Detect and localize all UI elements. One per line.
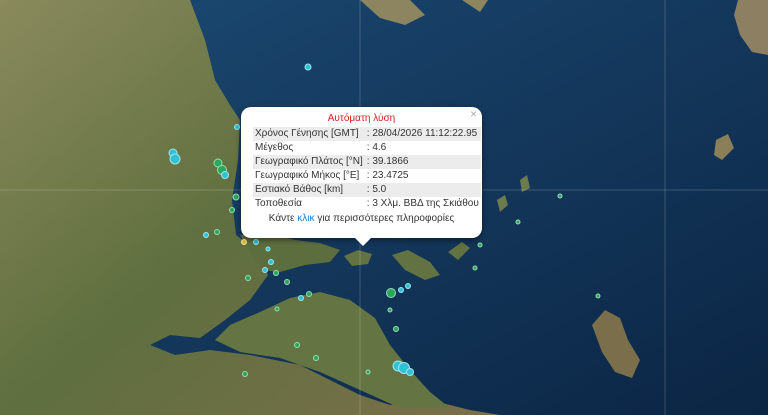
row-value: : 23.4725 (366, 170, 409, 181)
table-row: Χρόνος Γένησης [GMT] : 28/04/2026 11:12:… (253, 127, 481, 141)
quake-marker[interactable] (595, 293, 601, 299)
table-row: Μέγεθος : 4.6 (253, 141, 481, 155)
quake-marker[interactable] (405, 283, 411, 289)
quake-marker[interactable] (477, 242, 483, 248)
row-label: Γεωγραφικό Πλάτος [°N] (253, 155, 365, 169)
quake-marker[interactable] (386, 288, 396, 298)
table-row: Εστιακό Βάθος [km] : 5.0 (253, 183, 481, 197)
row-label: Γεωγραφικό Μήκος [°E] (255, 170, 360, 181)
quake-marker[interactable] (298, 295, 304, 301)
row-label: Τοποθεσία (255, 198, 302, 209)
quake-marker[interactable] (406, 368, 414, 376)
quake-marker[interactable] (557, 193, 563, 199)
quake-marker[interactable] (398, 287, 404, 293)
row-label: Εστιακό Βάθος [km] (253, 183, 365, 197)
quake-marker[interactable] (515, 219, 521, 225)
quake-marker[interactable] (313, 355, 319, 361)
row-value: : 3 Χλμ. ΒΒΔ της Σκιάθου (366, 198, 479, 209)
quake-marker[interactable] (306, 291, 312, 297)
earthquake-details-table: Χρόνος Γένησης [GMT] : 28/04/2026 11:12:… (253, 127, 481, 211)
close-icon[interactable]: × (470, 108, 477, 120)
quake-marker[interactable] (169, 153, 181, 165)
row-value: : 28/04/2026 11:12:22.95 (364, 127, 481, 141)
quake-marker[interactable] (304, 63, 312, 71)
quake-marker[interactable] (245, 275, 251, 281)
row-value: : 5.0 (364, 183, 481, 197)
quake-marker[interactable] (387, 307, 393, 313)
quake-marker[interactable] (253, 239, 259, 245)
quake-marker[interactable] (221, 171, 229, 179)
more-info-line: Κάντε κλικ για περισσότερες πληροφορίες (253, 213, 470, 224)
quake-marker[interactable] (284, 279, 290, 285)
quake-marker[interactable] (273, 270, 279, 276)
quake-marker[interactable] (234, 124, 240, 130)
popup-title: Αυτόματη λύση (327, 113, 396, 124)
row-value: : 39.1866 (364, 155, 481, 169)
more-info-prefix: Κάντε (268, 213, 295, 224)
quake-marker[interactable] (294, 342, 300, 348)
quake-marker[interactable] (393, 326, 399, 332)
quake-marker[interactable] (229, 207, 235, 213)
quake-marker[interactable] (365, 369, 371, 375)
quake-marker[interactable] (242, 371, 248, 377)
map-view[interactable]: × Αυτόματη λύση Χρόνος Γένησης [GMT] : 2… (0, 0, 768, 415)
more-info-link[interactable]: κλικ (297, 213, 314, 224)
quake-marker[interactable] (472, 265, 478, 271)
table-row: Τοποθεσία : 3 Χλμ. ΒΒΔ της Σκιάθου (253, 197, 481, 211)
row-label: Χρόνος Γένησης [GMT] (253, 127, 365, 141)
table-row: Γεωγραφικό Πλάτος [°N] : 39.1866 (253, 155, 481, 169)
quake-marker[interactable] (268, 259, 274, 265)
quake-marker[interactable] (232, 193, 240, 201)
row-value: : 4.6 (366, 142, 387, 153)
quake-marker[interactable] (203, 232, 209, 238)
quake-marker[interactable] (274, 306, 280, 312)
table-row: Γεωγραφικό Μήκος [°E] : 23.4725 (253, 169, 481, 183)
earthquake-info-popup: × Αυτόματη λύση Χρόνος Γένησης [GMT] : 2… (241, 107, 482, 246)
quake-marker[interactable] (265, 246, 271, 252)
quake-marker[interactable] (214, 229, 220, 235)
quake-marker[interactable] (262, 267, 268, 273)
quake-marker[interactable] (241, 239, 247, 245)
row-label: Μέγεθος (255, 142, 294, 153)
more-info-suffix: για περισσότερες πληροφορίες (317, 213, 455, 224)
